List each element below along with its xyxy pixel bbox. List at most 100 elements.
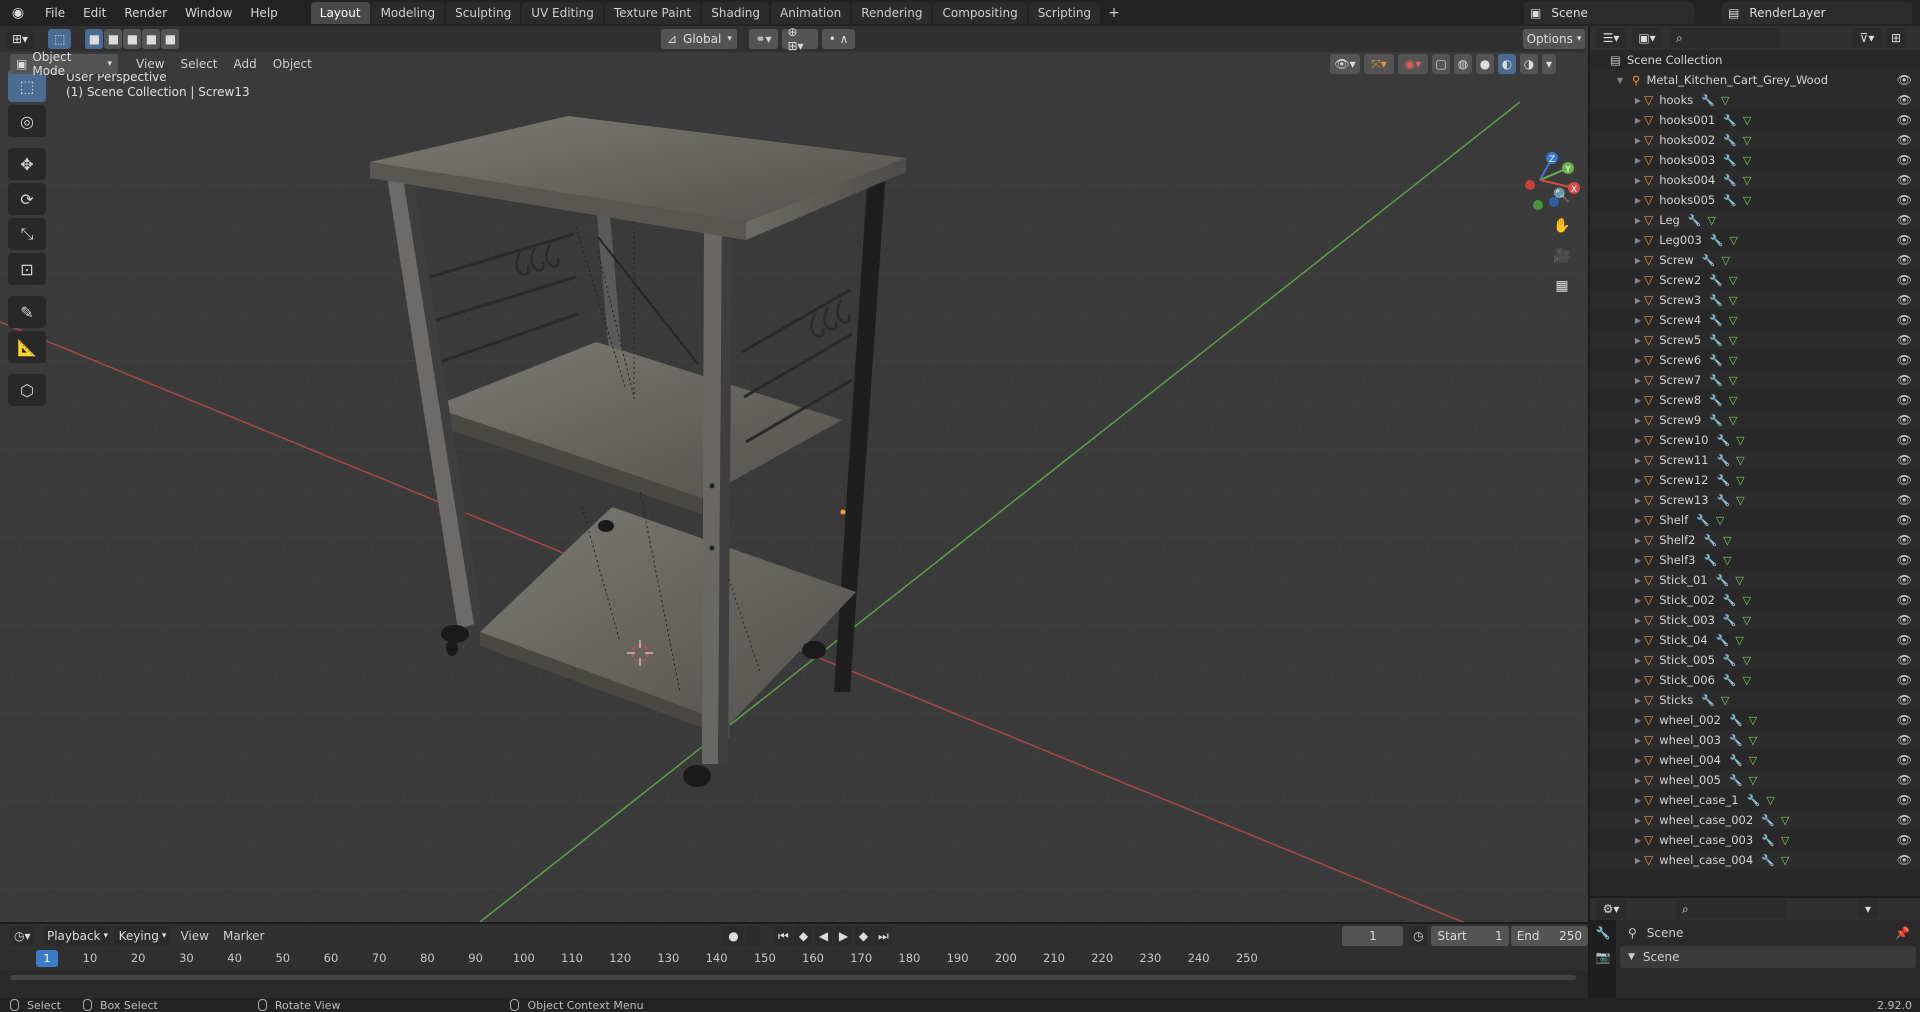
mesh-data-icon[interactable]: ▽ bbox=[1743, 114, 1751, 127]
outliner-item[interactable]: ▶ ▽ wheel_004 🔧 ▽ 👁 bbox=[1590, 750, 1920, 770]
eye-icon[interactable]: 👁 bbox=[1897, 773, 1912, 787]
auto-key-options-icon[interactable] bbox=[746, 926, 761, 946]
outliner-item[interactable]: ▶ ▽ Leg 🔧 ▽ 👁 bbox=[1590, 210, 1920, 230]
eye-icon[interactable]: 👁 bbox=[1897, 193, 1912, 207]
render-tab-icon[interactable]: 📷 bbox=[1590, 950, 1616, 974]
mesh-data-icon[interactable]: ▽ bbox=[1781, 834, 1789, 847]
snap-icon[interactable]: ⊕ ⊞▾ bbox=[781, 25, 819, 53]
jump-start-icon[interactable]: ⏮ bbox=[774, 926, 793, 946]
mesh-data-icon[interactable]: ▽ bbox=[1729, 334, 1737, 347]
properties-search-input[interactable]: ⌕ bbox=[1676, 899, 1786, 919]
view-layer-selector[interactable]: ▤ RenderLayer bbox=[1722, 2, 1912, 24]
xray-icon[interactable]: ▢ bbox=[1432, 54, 1450, 74]
outliner-item[interactable]: ▶ ▽ wheel_003 🔧 ▽ 👁 bbox=[1590, 730, 1920, 750]
expand-arrow-icon[interactable]: ▶ bbox=[1632, 596, 1644, 605]
add-workspace-icon[interactable]: + bbox=[1102, 5, 1126, 21]
3d-viewport[interactable]: ⬚ ◎ ✥ ⟳ ⤡ ⊡ ✎ 📐 ⬡ User Perspective (1) S… bbox=[0, 52, 1585, 922]
eye-icon[interactable]: 👁 bbox=[1897, 113, 1912, 127]
tab-modeling[interactable]: Modeling bbox=[371, 2, 445, 24]
menu-view[interactable]: View bbox=[128, 57, 172, 71]
expand-arrow-icon[interactable]: ▶ bbox=[1632, 236, 1644, 245]
tab-scripting[interactable]: Scripting bbox=[1028, 2, 1101, 24]
wireframe-shading-icon[interactable]: ◍ bbox=[1454, 54, 1472, 74]
expand-arrow-icon[interactable]: ▶ bbox=[1632, 396, 1644, 405]
outliner-item[interactable]: ▶ ▽ Screw8 🔧 ▽ 👁 bbox=[1590, 390, 1920, 410]
visibility-icon[interactable]: 👁▾ bbox=[1330, 54, 1360, 74]
menu-file[interactable]: File bbox=[36, 0, 74, 26]
perspective-grid-icon[interactable]: ▦ bbox=[1548, 272, 1576, 300]
outliner-item[interactable]: ▶ ▽ Screw10 🔧 ▽ 👁 bbox=[1590, 430, 1920, 450]
mesh-data-icon[interactable]: ▽ bbox=[1729, 414, 1737, 427]
mesh-data-icon[interactable]: ▽ bbox=[1766, 794, 1774, 807]
modifier-wrench-icon[interactable]: 🔧 bbox=[1716, 574, 1730, 587]
outliner-item[interactable]: ▶ ▽ wheel_case_002 🔧 ▽ 👁 bbox=[1590, 810, 1920, 830]
camera-icon[interactable]: 🎥 bbox=[1548, 242, 1576, 270]
mesh-data-icon[interactable]: ▽ bbox=[1735, 634, 1743, 647]
modifier-wrench-icon[interactable]: 🔧 bbox=[1709, 414, 1723, 427]
tool-tab-icon[interactable]: 🔧 bbox=[1590, 926, 1616, 950]
expand-arrow-icon[interactable]: ▶ bbox=[1632, 276, 1644, 285]
mesh-data-icon[interactable]: ▽ bbox=[1743, 174, 1751, 187]
modifier-wrench-icon[interactable]: 🔧 bbox=[1703, 534, 1717, 547]
outliner-item[interactable]: ▶ ▽ hooks005 🔧 ▽ 👁 bbox=[1590, 190, 1920, 210]
mesh-data-icon[interactable]: ▽ bbox=[1743, 154, 1751, 167]
menu-view[interactable]: View bbox=[180, 929, 208, 943]
modifier-wrench-icon[interactable]: 🔧 bbox=[1723, 194, 1737, 207]
modifier-wrench-icon[interactable]: 🔧 bbox=[1688, 214, 1702, 227]
outliner-item[interactable]: ▶ ▽ Stick_04 🔧 ▽ 👁 bbox=[1590, 630, 1920, 650]
modifier-wrench-icon[interactable]: 🔧 bbox=[1716, 494, 1730, 507]
outliner-item[interactable]: ▶ ▽ wheel_case_1 🔧 ▽ 👁 bbox=[1590, 790, 1920, 810]
record-icon[interactable]: ● bbox=[722, 926, 745, 946]
display-mode-icon[interactable]: ▣▾ bbox=[1632, 28, 1662, 48]
outliner-item[interactable]: ▶ ▽ Screw9 🔧 ▽ 👁 bbox=[1590, 410, 1920, 430]
eye-icon[interactable]: 👁 bbox=[1897, 633, 1912, 647]
eye-icon[interactable]: 👁 bbox=[1897, 653, 1912, 667]
outliner-item[interactable]: ▶ ▽ Stick_003 🔧 ▽ 👁 bbox=[1590, 610, 1920, 630]
modifier-wrench-icon[interactable]: 🔧 bbox=[1729, 714, 1743, 727]
new-selection-icon[interactable]: ■ bbox=[85, 29, 104, 49]
outliner-item[interactable]: ▶ ▽ Screw 🔧 ▽ 👁 bbox=[1590, 250, 1920, 270]
expand-arrow-icon[interactable]: ▶ bbox=[1632, 356, 1644, 365]
outliner-item[interactable]: ▶ ▽ Leg003 🔧 ▽ 👁 bbox=[1590, 230, 1920, 250]
overlay-icon[interactable]: ◉▾ bbox=[1398, 54, 1428, 74]
expand-arrow-icon[interactable]: ▶ bbox=[1632, 536, 1644, 545]
expand-arrow-icon[interactable]: ▶ bbox=[1632, 436, 1644, 445]
menu-marker[interactable]: Marker bbox=[223, 929, 264, 943]
add-cube-icon[interactable]: ⬡ bbox=[8, 374, 46, 406]
expand-arrow-icon[interactable]: ▶ bbox=[1632, 136, 1644, 145]
outliner-item[interactable]: ▶ ▽ Sticks 🔧 ▽ 👁 bbox=[1590, 690, 1920, 710]
eye-icon[interactable]: 👁 bbox=[1897, 533, 1912, 547]
expand-arrow-icon[interactable]: ▶ bbox=[1632, 756, 1644, 765]
invert-selection-icon[interactable]: ■ bbox=[142, 29, 161, 49]
outliner-item[interactable]: ▶ ▽ Screw3 🔧 ▽ 👁 bbox=[1590, 290, 1920, 310]
tab-shading[interactable]: Shading bbox=[702, 2, 769, 24]
mesh-data-icon[interactable]: ▽ bbox=[1729, 234, 1737, 247]
outliner-item[interactable]: ▶ ▽ Stick_005 🔧 ▽ 👁 bbox=[1590, 650, 1920, 670]
mesh-data-icon[interactable]: ▽ bbox=[1743, 594, 1751, 607]
modifier-wrench-icon[interactable]: 🔧 bbox=[1716, 474, 1730, 487]
transform-orientation-dropdown[interactable]: ⊿ Global ▾ bbox=[661, 29, 738, 49]
pin-icon[interactable]: 📌 bbox=[1895, 926, 1910, 940]
tab-rendering[interactable]: Rendering bbox=[852, 2, 932, 24]
material-shading-icon[interactable]: ◐ bbox=[1498, 54, 1516, 74]
expand-arrow-icon[interactable]: ▶ bbox=[1632, 316, 1644, 325]
expand-arrow-icon[interactable]: ▶ bbox=[1632, 796, 1644, 805]
mesh-data-icon[interactable]: ▽ bbox=[1729, 314, 1737, 327]
tab-sculpting[interactable]: Sculpting bbox=[446, 2, 521, 24]
mesh-data-icon[interactable]: ▽ bbox=[1722, 254, 1730, 267]
tab-uv-editing[interactable]: UV Editing bbox=[522, 2, 603, 24]
eye-icon[interactable]: 👁 bbox=[1897, 253, 1912, 267]
modifier-wrench-icon[interactable]: 🔧 bbox=[1710, 234, 1724, 247]
expand-arrow-icon[interactable]: ▶ bbox=[1632, 696, 1644, 705]
cursor-icon[interactable]: ◎ bbox=[8, 105, 46, 137]
eye-icon[interactable]: 👁 bbox=[1897, 153, 1912, 167]
expand-arrow-icon[interactable]: ▶ bbox=[1632, 176, 1644, 185]
mesh-data-icon[interactable]: ▽ bbox=[1743, 614, 1751, 627]
eye-icon[interactable]: 👁 bbox=[1897, 393, 1912, 407]
blender-logo-icon[interactable]: ◉ bbox=[6, 1, 30, 25]
modifier-wrench-icon[interactable]: 🔧 bbox=[1747, 794, 1761, 807]
modifier-wrench-icon[interactable]: 🔧 bbox=[1723, 154, 1737, 167]
modifier-wrench-icon[interactable]: 🔧 bbox=[1709, 294, 1723, 307]
tab-layout[interactable]: Layout bbox=[310, 2, 370, 24]
mesh-data-icon[interactable]: ▽ bbox=[1729, 374, 1737, 387]
